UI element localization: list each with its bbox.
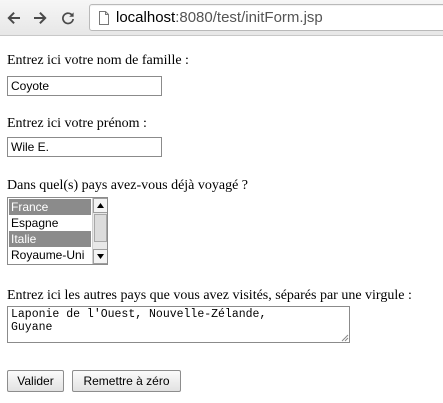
nom-input[interactable] <box>7 76 162 96</box>
reload-icon[interactable] <box>58 8 78 28</box>
pays-option-espagne[interactable]: Espagne <box>9 215 91 231</box>
prenom-input[interactable] <box>7 137 162 157</box>
submit-button[interactable]: Valider <box>7 370 64 392</box>
autres-label: Entrez ici les autres pays que vous avez… <box>7 288 412 303</box>
pays-listbox[interactable]: France Espagne Italie Royaume-Uni <box>7 197 108 265</box>
prenom-label: Entrez ici votre prénom : <box>7 116 147 131</box>
pays-option-france[interactable]: France <box>9 199 91 215</box>
url-host: localhost <box>116 9 176 26</box>
page-icon <box>99 11 109 25</box>
autres-textarea[interactable]: Laponie de l'Ouest, Nouvelle-Zélande, Gu… <box>7 306 350 343</box>
pays-option-italie[interactable]: Italie <box>9 231 91 247</box>
reset-button[interactable]: Remettre à zéro <box>72 370 181 392</box>
pays-option-royaume-uni[interactable]: Royaume-Uni <box>9 247 91 263</box>
pays-label: Dans quel(s) pays avez-vous déjà voyagé … <box>7 178 249 193</box>
url-text: localhost:8080/test/initForm.jsp <box>116 8 323 28</box>
scroll-down-button[interactable] <box>93 249 107 264</box>
url-path: :8080/test/initForm.jsp <box>175 9 323 26</box>
scroll-thumb[interactable] <box>94 214 107 242</box>
triangle-up-icon <box>97 203 104 208</box>
triangle-down-icon <box>97 254 104 259</box>
scroll-up-button[interactable] <box>93 198 107 213</box>
back-arrow-icon[interactable] <box>4 8 24 28</box>
listbox-scrollbar[interactable] <box>92 198 107 264</box>
nom-label: Entrez ici votre nom de famille : <box>7 53 189 68</box>
address-bar[interactable]: localhost:8080/test/initForm.jsp <box>89 4 443 31</box>
resize-grip-icon[interactable] <box>340 333 349 342</box>
browser-toolbar: localhost:8080/test/initForm.jsp <box>0 0 443 36</box>
forward-arrow-icon[interactable] <box>30 8 50 28</box>
